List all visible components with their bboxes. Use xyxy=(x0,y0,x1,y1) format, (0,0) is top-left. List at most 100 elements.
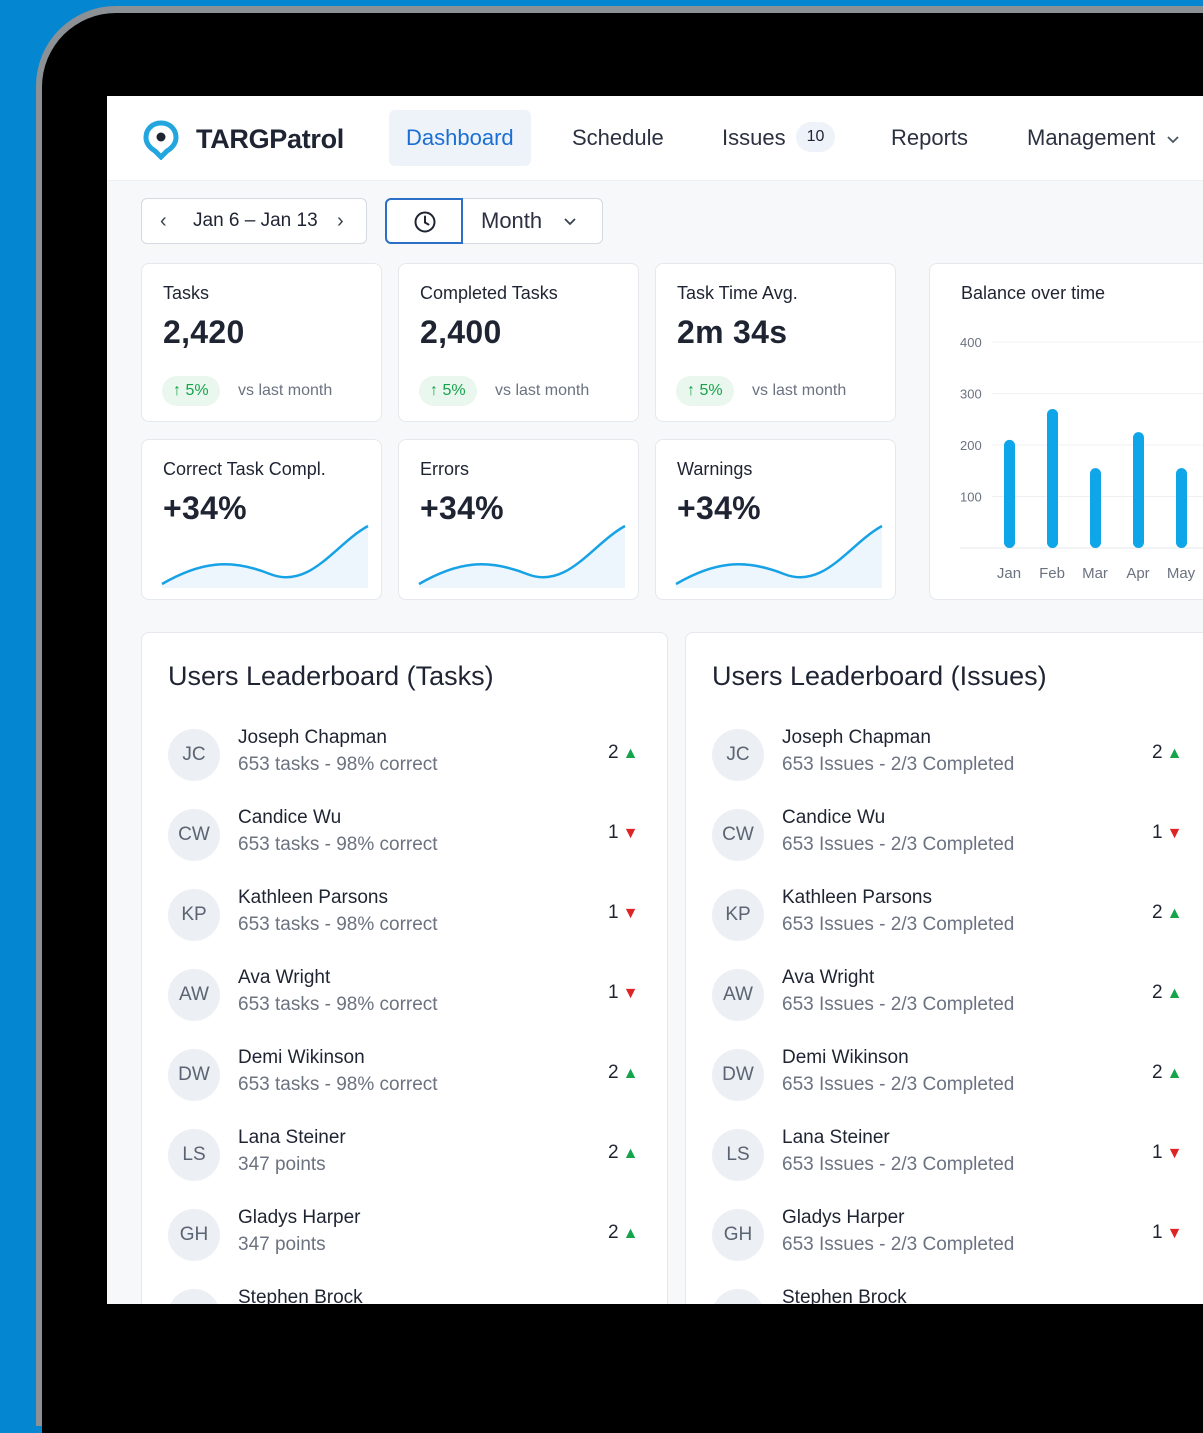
avatar: CW xyxy=(712,809,764,861)
user-name: Stephen Brock xyxy=(782,1287,907,1304)
leaderboard-row[interactable]: JC Joseph Chapman 653 Issues - 2/3 Complet… xyxy=(712,727,1192,809)
rank-change: 1 ▼ xyxy=(608,902,638,924)
nav-dashboard[interactable]: Dashboard xyxy=(389,110,531,166)
location-pin-logo-icon xyxy=(143,120,179,160)
brand-name: TARGPatrol xyxy=(196,124,345,154)
x-tick-label: May xyxy=(1167,565,1196,582)
avatar: CW xyxy=(168,809,220,861)
stat-card-task-time: Task Time Avg. 2m 34s ↑ 5% vs last month xyxy=(655,263,896,422)
leaderboard-row[interactable]: AW Ava Wright 653 Issues - 2/3 Completed 2 ▲ xyxy=(712,967,1192,1049)
arrow-up-icon: ▲ xyxy=(1166,905,1183,922)
leaderboard-row[interactable]: Stephen Brock xyxy=(168,1287,648,1304)
rank-change: 1 ▼ xyxy=(1152,822,1182,844)
sparkline xyxy=(161,524,369,588)
user-stats: 653 tasks - 98% correct xyxy=(238,994,438,1015)
app-screen: TARGPatrol Dashboard Schedule Issues 10 R… xyxy=(107,96,1203,1304)
rank-change: 2 ▲ xyxy=(1152,902,1182,924)
leaderboard-issues: Users Leaderboard (Issues) JC Joseph Chap… xyxy=(685,632,1203,1304)
leaderboard-row[interactable]: AW Ava Wright 653 tasks - 98% correct 1 ▼ xyxy=(168,967,648,1049)
rank-change: 2 ▲ xyxy=(608,1222,638,1244)
user-stats: 653 tasks - 98% correct xyxy=(238,914,438,935)
rank-change: 1 ▼ xyxy=(608,982,638,1004)
user-name: Stephen Brock xyxy=(238,1287,363,1304)
clock-button[interactable] xyxy=(385,198,463,244)
trend-label: Errors xyxy=(420,459,469,479)
avatar: GH xyxy=(712,1209,764,1261)
period-selector[interactable]: Month xyxy=(385,198,603,244)
nav-schedule-label: Schedule xyxy=(572,125,664,150)
rank-change: 1 ▼ xyxy=(1152,1222,1182,1244)
stat-value: 2,400 xyxy=(420,314,502,350)
trend-card-warnings: Warnings +34% xyxy=(655,439,896,600)
leaderboard-row[interactable]: CW Candice Wu 653 Issues - 2/3 Completed 1 ▼ xyxy=(712,807,1192,889)
leaderboard-row[interactable]: KP Kathleen Parsons 653 Issues - 2/3 Compl… xyxy=(712,887,1192,969)
rank-value: 2 xyxy=(608,1142,619,1163)
nav-schedule[interactable]: Schedule xyxy=(555,110,681,166)
y-tick-label: 100 xyxy=(960,490,982,505)
chevron-left-icon[interactable]: ‹ xyxy=(160,199,167,243)
nav-issues[interactable]: Issues 10 xyxy=(705,110,852,166)
period-value: Month xyxy=(481,208,543,233)
nav-management[interactable]: Management xyxy=(1010,110,1198,166)
chevron-right-icon[interactable]: › xyxy=(337,199,344,243)
leaderboard-row[interactable]: LS Lana Steiner 347 points 2 ▲ xyxy=(168,1127,648,1209)
stat-value: 2m 34s xyxy=(677,314,788,350)
user-name: Gladys Harper xyxy=(782,1207,905,1228)
compare-text: vs last month xyxy=(752,382,847,399)
leaderboard-row[interactable]: Stephen Brock xyxy=(712,1287,1192,1304)
leaderboard-row[interactable]: GH Gladys Harper 347 points 2 ▲ xyxy=(168,1207,648,1289)
leaderboard-row[interactable]: DW Demi Wikinson 653 Issues - 2/3 Complete… xyxy=(712,1047,1192,1129)
user-stats: 653 Issues - 2/3 Completed xyxy=(782,1154,1015,1175)
user-name: Kathleen Parsons xyxy=(238,887,388,908)
y-tick-label: 400 xyxy=(960,335,982,350)
rank-value: 1 xyxy=(608,982,619,1003)
stat-card-tasks: Tasks 2,420 ↑ 5% vs last month xyxy=(141,263,382,422)
leaderboard-row[interactable]: KP Kathleen Parsons 653 tasks - 98% correc… xyxy=(168,887,648,969)
user-name: Candice Wu xyxy=(238,807,342,828)
x-tick-label: Mar xyxy=(1082,565,1108,582)
bar-mar xyxy=(1090,468,1101,548)
delta-badge: ↑ 5% xyxy=(676,376,734,406)
sparkline xyxy=(675,524,883,588)
rank-value: 2 xyxy=(608,742,619,763)
arrow-down-icon: ▼ xyxy=(622,825,639,842)
trend-label: Warnings xyxy=(677,459,753,479)
y-tick-label: 300 xyxy=(960,387,982,402)
leaderboard-row[interactable]: LS Lana Steiner 653 Issues - 2/3 Completed… xyxy=(712,1127,1192,1209)
avatar: JC xyxy=(712,729,764,781)
user-stats: 347 points xyxy=(238,1154,326,1175)
trend-value: +34% xyxy=(163,490,247,526)
leaderboard-row[interactable]: CW Candice Wu 653 tasks - 98% correct 1 ▼ xyxy=(168,807,648,889)
avatar xyxy=(712,1289,764,1304)
trend-value: +34% xyxy=(420,490,504,526)
user-name: Demi Wikinson xyxy=(782,1047,909,1068)
rank-value: 2 xyxy=(1152,902,1163,923)
nav-management-label: Management xyxy=(1027,125,1156,150)
leaderboard-row[interactable]: GH Gladys Harper 653 Issues - 2/3 Complete… xyxy=(712,1207,1192,1289)
leaderboard-row[interactable]: JC Joseph Chapman 653 tasks - 98% correct 2… xyxy=(168,727,648,809)
trend-label: Correct Task Compl. xyxy=(163,459,326,479)
rank-value: 2 xyxy=(1152,982,1163,1003)
delta-badge: ↑ 5% xyxy=(419,376,477,406)
balance-bar-chart: 100 200 300 400 Jan Feb Mar Apr May xyxy=(960,335,1203,582)
leaderboard-row[interactable]: DW Demi Wikinson 653 tasks - 98% correct 2 ▲ xyxy=(168,1047,648,1129)
user-name: Lana Steiner xyxy=(782,1127,890,1148)
rank-value: 2 xyxy=(608,1062,619,1083)
bar-jan xyxy=(1004,439,1015,548)
arrow-down-icon: ▼ xyxy=(1166,825,1183,842)
avatar: GH xyxy=(168,1209,220,1261)
date-range-label[interactable]: Jan 6 – Jan 13 xyxy=(193,199,318,243)
user-name: Kathleen Parsons xyxy=(782,887,932,908)
rank-value: 1 xyxy=(1152,822,1163,843)
avatar: LS xyxy=(168,1129,220,1181)
avatar: AW xyxy=(712,969,764,1021)
arrow-up-icon: ▲ xyxy=(1166,745,1183,762)
issues-count-badge: 10 xyxy=(795,122,836,153)
nav-reports-label: Reports xyxy=(891,125,969,150)
rank-change: 2 ▲ xyxy=(608,742,638,764)
nav-reports[interactable]: Reports xyxy=(874,110,985,166)
x-tick-label: Feb xyxy=(1039,565,1065,582)
avatar: JC xyxy=(168,729,220,781)
arrow-down-icon: ▼ xyxy=(1166,1225,1183,1242)
arrow-up-icon: ▲ xyxy=(1166,1065,1183,1082)
